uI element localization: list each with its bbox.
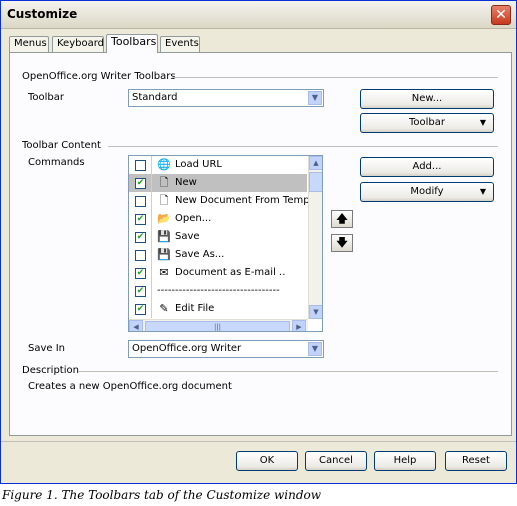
commands-list[interactable]: 🌐 Load URL ✔ 🗋 New 🗋 New Document From Templa ✔… — [128, 155, 323, 332]
command-row[interactable]: 💾 Save As... — [129, 246, 307, 264]
toolbar-select-value: Standard — [132, 92, 178, 103]
customize-dialog: Customize ✕ Menus Keyboard Toolbars Even… — [0, 0, 517, 484]
help-button[interactable]: Help — [374, 451, 436, 471]
column-divider — [151, 156, 152, 174]
save-in-select[interactable]: OpenOffice.org Writer ▼ — [128, 340, 324, 358]
scroll-up-icon[interactable]: ▲ — [309, 156, 322, 170]
toolbar-menu-label: Toolbar — [408, 117, 445, 128]
new-doc-icon: 🗋 — [159, 194, 169, 207]
column-divider — [151, 174, 152, 192]
section-divider — [108, 146, 498, 147]
command-checkbox[interactable]: ✔ — [135, 178, 146, 189]
caret-down-icon: ▼ — [479, 187, 486, 196]
toolbar-menu-button[interactable]: Toolbar ▼ — [360, 113, 494, 133]
command-checkbox[interactable] — [135, 250, 146, 261]
tab-keyboard[interactable]: Keyboard — [52, 36, 104, 52]
command-row[interactable]: ✔ ---------------------------------- — [129, 282, 307, 300]
command-row[interactable]: ✔ ✉ Document as E-mail .. — [129, 264, 307, 282]
ok-button[interactable]: OK — [236, 451, 298, 471]
globe-icon: 🌐 — [157, 158, 171, 171]
command-row[interactable]: 🌐 Load URL — [129, 156, 307, 174]
chevron-down-icon[interactable]: ▼ — [308, 91, 322, 105]
command-row[interactable]: ✔ ✎ Edit File — [129, 300, 307, 318]
column-divider — [151, 300, 152, 318]
reset-button[interactable]: Reset — [445, 451, 507, 471]
command-label: Load URL — [175, 159, 223, 170]
title-bar[interactable]: Customize ✕ — [1, 1, 516, 29]
close-icon[interactable]: ✕ — [491, 5, 511, 25]
command-row[interactable]: ✔ 💾 Save — [129, 228, 307, 246]
vertical-scrollbar[interactable]: ▲ ▼ — [308, 156, 322, 319]
command-checkbox[interactable]: ✔ — [135, 214, 146, 225]
command-row[interactable]: 🗋 New Document From Templa — [129, 192, 319, 210]
folder-icon: 📂 — [157, 212, 171, 225]
command-label: Save — [175, 231, 200, 242]
save-in-label: Save In — [28, 343, 66, 354]
figure-caption: Figure 1. The Toolbars tab of the Custom… — [2, 488, 322, 502]
save-icon: 💾 — [157, 230, 171, 243]
command-checkbox[interactable]: ✔ — [135, 268, 146, 279]
caret-down-icon: ▼ — [479, 118, 486, 127]
add-command-button[interactable]: Add... — [360, 157, 494, 177]
horizontal-scrollbar[interactable]: ◀ ||| ▶ — [129, 319, 308, 331]
save-icon: 💾 — [157, 248, 171, 261]
command-row[interactable]: ✔ 📂 Open... — [129, 210, 307, 228]
section-divider — [78, 371, 498, 372]
move-up-button[interactable]: 🡅 — [331, 210, 353, 228]
command-checkbox[interactable] — [135, 196, 146, 207]
mail-icon: ✉ — [159, 266, 169, 279]
command-label: New Document From Templa — [175, 195, 319, 206]
command-checkbox[interactable]: ✔ — [135, 286, 146, 297]
command-label: Save As... — [175, 249, 225, 260]
toolbar-select[interactable]: Standard ▼ — [128, 89, 324, 107]
modify-button[interactable]: Modify ▼ — [360, 182, 494, 202]
toolbar-label: Toolbar — [28, 92, 65, 103]
new-toolbar-button[interactable]: New... — [360, 89, 494, 109]
description-heading: Description — [22, 365, 79, 376]
tab-toolbars[interactable]: Toolbars — [106, 34, 158, 53]
column-divider — [151, 246, 152, 264]
command-label: New — [175, 177, 197, 188]
command-row[interactable]: ✔ 🗋 New — [129, 174, 307, 192]
move-down-button[interactable]: 🡇 — [331, 234, 353, 252]
new-doc-icon: 🗋 — [159, 176, 169, 189]
command-checkbox[interactable]: ✔ — [135, 304, 146, 315]
command-label: Open... — [175, 213, 212, 224]
scroll-down-icon[interactable]: ▼ — [309, 305, 322, 319]
section-divider — [172, 77, 498, 78]
column-divider — [151, 282, 152, 300]
content-section-heading: Toolbar Content — [22, 140, 101, 151]
scroll-thumb[interactable]: ||| — [145, 321, 290, 331]
edit-icon: ✎ — [159, 302, 169, 315]
footer-divider — [1, 441, 516, 442]
toolbars-section-heading: OpenOffice.org Writer Toolbars — [22, 71, 176, 82]
column-divider — [151, 264, 152, 282]
column-divider — [151, 210, 152, 228]
scroll-left-icon[interactable]: ◀ — [129, 320, 143, 331]
scroll-right-icon[interactable]: ▶ — [292, 320, 306, 331]
modify-label: Modify — [410, 186, 444, 197]
save-in-value: OpenOffice.org Writer — [132, 343, 242, 354]
command-label: Edit File — [175, 303, 215, 314]
command-label: Document as E-mail .. — [175, 267, 286, 278]
window-title: Customize — [7, 7, 78, 21]
tab-menus[interactable]: Menus — [9, 36, 49, 52]
commands-label: Commands — [28, 157, 85, 168]
column-divider — [151, 228, 152, 246]
scroll-thumb[interactable] — [309, 172, 322, 192]
tab-events[interactable]: Events — [160, 36, 200, 52]
command-checkbox[interactable]: ✔ — [135, 232, 146, 243]
chevron-down-icon[interactable]: ▼ — [308, 342, 322, 356]
command-label: ---------------------------------- — [157, 285, 280, 296]
command-checkbox[interactable] — [135, 160, 146, 171]
cancel-button[interactable]: Cancel — [305, 451, 367, 471]
column-divider — [151, 192, 152, 210]
description-text: Creates a new OpenOffice.org document — [28, 381, 232, 392]
